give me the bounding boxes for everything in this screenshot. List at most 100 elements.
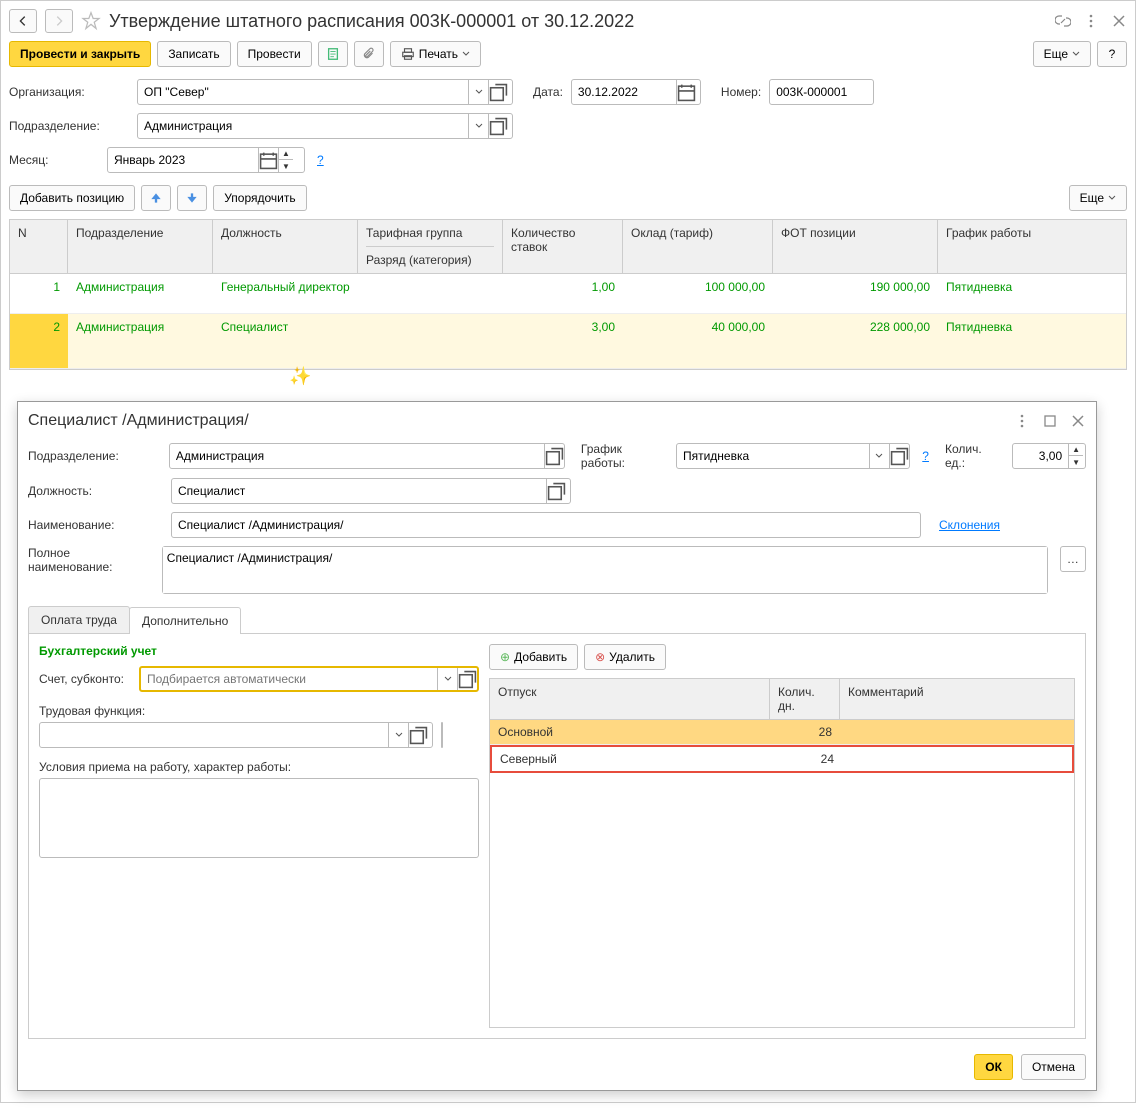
favorite-icon[interactable] (81, 11, 101, 31)
account-field[interactable] (139, 666, 479, 692)
schedule-field[interactable] (676, 443, 910, 469)
month-label: Месяц: (9, 153, 99, 167)
inner-dept-field[interactable] (169, 443, 565, 469)
date-input[interactable] (572, 80, 676, 104)
org-input[interactable] (138, 80, 468, 104)
dropdown-icon[interactable] (437, 668, 457, 690)
window-header: Утверждение штатного расписания 003К-000… (9, 9, 1127, 41)
move-down-button[interactable] (177, 185, 207, 211)
fullname-field[interactable]: Специалист /Администрация/ (162, 546, 1048, 594)
th-salary[interactable]: Оклад (тариф) (623, 220, 773, 273)
open-ref-icon[interactable] (488, 114, 508, 138)
account-label: Счет, субконто: (39, 672, 131, 686)
dropdown-icon[interactable] (468, 114, 488, 138)
accounting-title: Бухгалтерский учет (39, 644, 479, 662)
print-button[interactable]: Печать (390, 41, 481, 67)
maximize-icon[interactable] (1042, 413, 1058, 429)
window-title: Утверждение штатного расписания 003К-000… (109, 11, 634, 32)
calendar-icon[interactable] (258, 148, 278, 172)
ok-button[interactable]: ОК (974, 1054, 1013, 1080)
number-field[interactable] (769, 79, 874, 105)
attachment-icon-button[interactable] (354, 41, 384, 67)
position-label: Должность: (28, 484, 163, 498)
main-toolbar: Провести и закрыть Записать Провести Печ… (9, 41, 1127, 75)
open-ref-icon[interactable] (546, 479, 566, 503)
back-button[interactable] (9, 9, 37, 33)
th-dept[interactable]: Подразделение (68, 220, 213, 273)
dept-field[interactable] (137, 113, 513, 139)
conditions-label: Условия приема на работу, характер работ… (39, 752, 479, 778)
tab-content: Бухгалтерский учет Счет, субконто: Трудо… (28, 634, 1086, 1039)
add-position-button[interactable]: Добавить позицию (9, 185, 135, 211)
org-field[interactable] (137, 79, 513, 105)
report-icon-button[interactable] (318, 41, 348, 67)
menu-dots-icon[interactable] (1083, 13, 1099, 29)
open-ref-icon[interactable] (488, 80, 508, 104)
month-spinner[interactable]: ▲▼ (278, 148, 293, 172)
close-icon[interactable] (1070, 413, 1086, 429)
th-qty[interactable]: Количество ставок (503, 220, 623, 273)
post-button[interactable]: Провести (237, 41, 312, 67)
move-up-button[interactable] (141, 185, 171, 211)
open-ref-icon[interactable] (408, 723, 428, 747)
th-schedule[interactable]: График работы (938, 220, 1073, 273)
delete-vacation-button[interactable]: ⊗Удалить (584, 644, 666, 670)
tab-pay[interactable]: Оплата труда (28, 606, 130, 633)
menu-dots-icon[interactable] (1014, 413, 1030, 429)
labor-func-field[interactable] (39, 722, 433, 748)
save-button[interactable]: Записать (157, 41, 230, 67)
fullname-expand-button[interactable]: … (1060, 546, 1086, 572)
month-input[interactable] (108, 148, 258, 172)
name-field[interactable] (171, 512, 921, 538)
inner-title: Специалист /Администрация/ (28, 412, 249, 430)
th-position[interactable]: Должность (213, 220, 358, 273)
vt-th-type[interactable]: Отпуск (490, 679, 770, 719)
calendar-icon[interactable] (676, 80, 696, 104)
dropdown-icon[interactable] (869, 444, 889, 468)
link-icon[interactable] (1055, 13, 1071, 29)
main-window: Утверждение штатного расписания 003К-000… (0, 0, 1136, 1103)
open-ref-icon[interactable] (889, 444, 909, 468)
dropdown-icon[interactable] (468, 80, 488, 104)
th-tariff[interactable]: Тарифная группа Разряд (категория) (358, 220, 503, 273)
th-n[interactable]: N (10, 220, 68, 273)
vt-th-comment[interactable]: Комментарий (840, 679, 1074, 719)
vacation-table: Отпуск Колич. дн. Комментарий Основной 2… (489, 678, 1075, 1028)
name-label: Наименование: (28, 518, 163, 532)
vacation-row[interactable]: Основной 28 (490, 720, 1074, 745)
conditions-textarea[interactable] (39, 778, 479, 858)
dropdown-icon[interactable] (388, 723, 408, 747)
month-field[interactable]: ▲▼ (107, 147, 305, 173)
positions-table: N Подразделение Должность Тарифная групп… (9, 219, 1127, 370)
dept-input[interactable] (138, 114, 468, 138)
more-button[interactable]: Еще (1033, 41, 1091, 67)
tab-additional[interactable]: Дополнительно (129, 607, 241, 634)
date-field[interactable] (571, 79, 701, 105)
add-vacation-button[interactable]: ⊕Добавить (489, 644, 578, 670)
qty-field[interactable]: ▲▼ (1012, 443, 1086, 469)
vt-th-days[interactable]: Колич. дн. (770, 679, 840, 719)
help-link[interactable]: ? (317, 153, 324, 167)
open-ref-icon[interactable] (544, 444, 564, 468)
positions-more-button[interactable]: Еще (1069, 185, 1127, 211)
close-icon[interactable] (1111, 13, 1127, 29)
declension-link[interactable]: Склонения (939, 518, 1000, 532)
open-ref-icon[interactable] (441, 722, 443, 748)
position-field[interactable] (171, 478, 571, 504)
open-ref-icon[interactable] (457, 668, 477, 690)
post-and-close-button[interactable]: Провести и закрыть (9, 41, 151, 67)
date-label: Дата: (533, 85, 563, 99)
qty-spinner[interactable]: ▲▼ (1068, 444, 1083, 468)
table-row[interactable]: 1 Администрация Генеральный директор 1,0… (10, 274, 1126, 314)
help-link[interactable]: ? (922, 449, 929, 463)
dept-label: Подразделение: (9, 119, 129, 133)
table-row[interactable]: 2 Администрация Специалист 3,00 40 000,0… (10, 314, 1126, 369)
cancel-button[interactable]: Отмена (1021, 1054, 1086, 1080)
number-input[interactable] (770, 80, 870, 104)
tabs: Оплата труда Дополнительно (28, 606, 1086, 634)
th-fot[interactable]: ФОТ позиции (773, 220, 938, 273)
forward-button[interactable] (45, 9, 73, 33)
help-button[interactable]: ? (1097, 41, 1127, 67)
sort-button[interactable]: Упорядочить (213, 185, 306, 211)
vacation-row[interactable]: Северный 24 (490, 745, 1074, 773)
